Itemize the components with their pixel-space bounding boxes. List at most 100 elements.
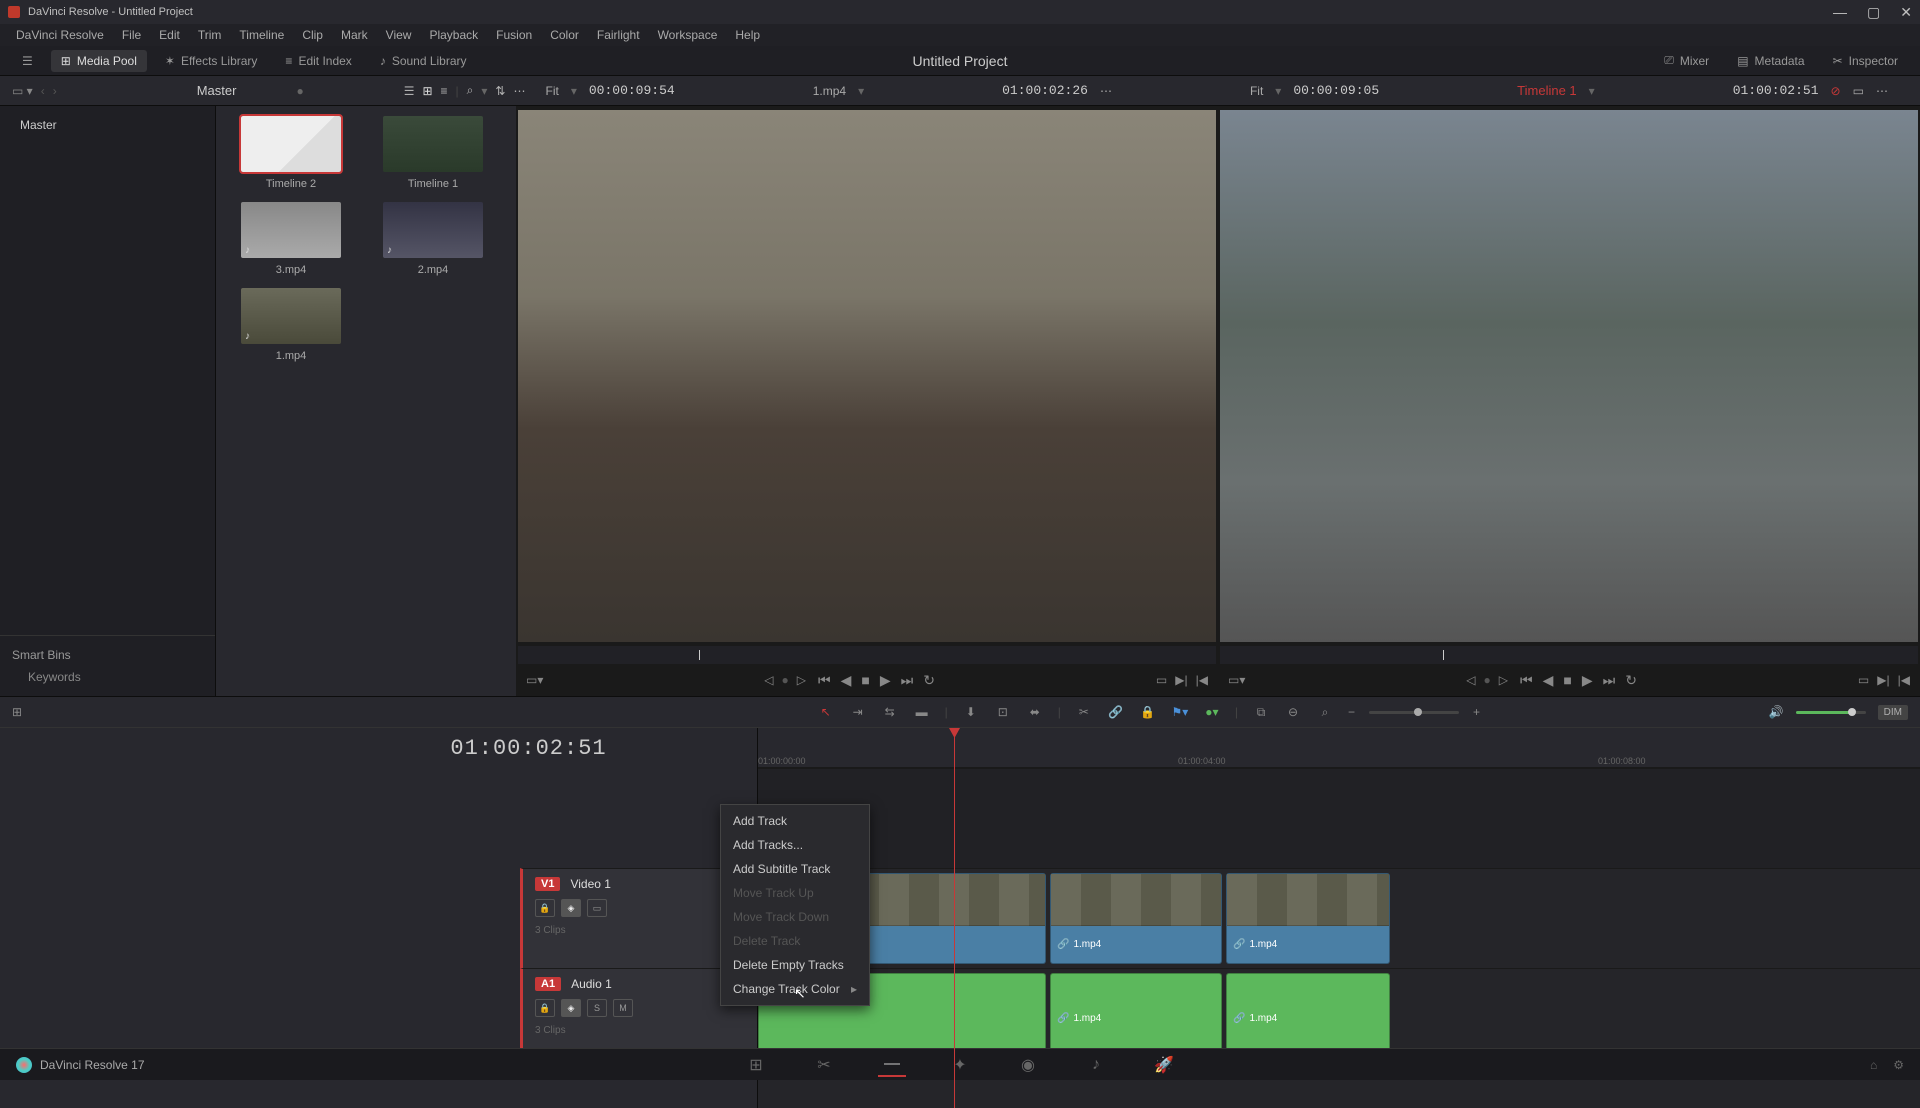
timeline-fit[interactable]: Fit (1250, 84, 1263, 98)
prev-frame-icon[interactable]: ◀ (841, 672, 852, 689)
tl-jog-fwd-icon[interactable]: ▷ (1499, 673, 1508, 687)
video-track-row[interactable]: 🔗1.mp4🔗1.mp4 (758, 868, 1920, 968)
inspector-button[interactable]: ✂Inspector (1823, 49, 1908, 72)
source-fit[interactable]: Fit (545, 84, 558, 98)
minimize-button[interactable]: — (1833, 4, 1847, 21)
menu-davinci-resolve[interactable]: DaVinci Resolve (8, 26, 112, 44)
maximize-button[interactable]: ▢ (1867, 4, 1880, 21)
media-item[interactable]: ♪3.mp4 (226, 202, 356, 276)
strip-view-icon[interactable]: ≡ (441, 84, 448, 98)
tl-stop-icon[interactable]: ■ (1563, 672, 1571, 688)
goto-in-icon[interactable]: ▶| (1175, 673, 1187, 687)
tl-goto-in-icon[interactable]: ▶| (1877, 673, 1889, 687)
last-frame-icon[interactable]: ⏭ (901, 672, 914, 689)
ctx-delete-empty-tracks[interactable]: Delete Empty Tracks (721, 953, 869, 977)
tl-last-frame-icon[interactable]: ⏭ (1603, 672, 1616, 689)
menu-file[interactable]: File (114, 26, 149, 44)
menu-edit[interactable]: Edit (151, 26, 188, 44)
flag-icon[interactable]: ⚑▾ (1171, 703, 1189, 721)
video-disable-icon[interactable]: ▭ (587, 899, 607, 917)
bin-dropdown-icon[interactable]: ▭ ▾ (12, 84, 33, 98)
tl-prev-frame-icon[interactable]: ◀ (1543, 672, 1554, 689)
ctx-add-subtitle-track[interactable]: Add Subtitle Track (721, 857, 869, 881)
edit-index-button[interactable]: ≡Edit Index (275, 50, 361, 72)
media-item[interactable]: ♪2.mp4 (368, 202, 498, 276)
ctx-change-track-color[interactable]: Change Track Color▸ (721, 977, 869, 1001)
menu-workspace[interactable]: Workspace (650, 26, 726, 44)
zoom-min-icon[interactable]: ⊖ (1284, 703, 1302, 721)
dim-button[interactable]: DIM (1878, 705, 1908, 720)
source-scrubber[interactable] (518, 646, 1216, 664)
ctx-add-tracks-[interactable]: Add Tracks... (721, 833, 869, 857)
metadata-button[interactable]: ▤Metadata (1727, 49, 1814, 72)
fairlight-page-icon[interactable]: ♪ (1082, 1053, 1110, 1077)
search-icon[interactable]: ⌕ (467, 83, 474, 98)
insert-icon[interactable]: ⬇ (962, 703, 980, 721)
timeline-name[interactable]: Timeline 1 (1517, 83, 1576, 98)
video-clip[interactable]: 🔗1.mp4 (1050, 873, 1222, 964)
keywords-bin[interactable]: Keywords (12, 666, 203, 688)
source-overlay-icon[interactable]: ▭▾ (526, 673, 543, 687)
tl-goto-out-icon[interactable]: |◀ (1898, 673, 1910, 687)
menu-fusion[interactable]: Fusion (488, 26, 540, 44)
play-icon[interactable]: ▶ (880, 672, 891, 689)
goto-out-icon[interactable]: |◀ (1196, 673, 1208, 687)
dynamic-trim-icon[interactable]: ⇆ (881, 703, 899, 721)
zoom-icon[interactable]: ⌕ (1316, 703, 1334, 721)
menu-timeline[interactable]: Timeline (231, 26, 292, 44)
edit-page-icon[interactable]: ⎯⎯ (878, 1053, 906, 1077)
nav-fwd-icon[interactable]: › (53, 84, 57, 98)
media-item[interactable]: Timeline 1 (368, 116, 498, 190)
media-item[interactable]: ♪1.mp4 (226, 288, 356, 362)
fusion-page-icon[interactable]: ✦ (946, 1053, 974, 1077)
home-icon[interactable]: ⌂ (1870, 1058, 1877, 1072)
color-page-icon[interactable]: ◉ (1014, 1053, 1042, 1077)
trim-tool-icon[interactable]: ⇥ (849, 703, 867, 721)
menu-view[interactable]: View (378, 26, 420, 44)
timeline-view-options-icon[interactable]: ⊞ (12, 705, 22, 719)
audio-autoselect-icon[interactable]: ◈ (561, 999, 581, 1017)
menu-help[interactable]: Help (727, 26, 768, 44)
menu-fairlight[interactable]: Fairlight (589, 26, 648, 44)
volume-slider[interactable] (1796, 711, 1866, 714)
volume-icon[interactable]: 🔊 (1769, 705, 1784, 719)
single-viewer-icon[interactable]: ▭ (1853, 84, 1864, 98)
loop-icon[interactable]: ↻ (923, 672, 935, 689)
timeline-scrubber[interactable] (1220, 646, 1918, 664)
deliver-page-icon[interactable]: 🚀 (1150, 1053, 1178, 1077)
snap-icon[interactable]: ⧉ (1252, 703, 1270, 721)
mixer-button[interactable]: ⎚Mixer (1654, 49, 1719, 72)
source-clip-name[interactable]: 1.mp4 (813, 84, 846, 98)
close-button[interactable]: ✕ (1900, 4, 1912, 21)
menu-trim[interactable]: Trim (190, 26, 230, 44)
more-icon[interactable]: ⋯ (513, 84, 525, 98)
source-more-icon[interactable]: ⋯ (1100, 84, 1112, 98)
video-clip[interactable]: 🔗1.mp4 (1226, 873, 1390, 964)
replace-icon[interactable]: ⬌ (1026, 703, 1044, 721)
master-bin[interactable]: Master (12, 114, 203, 136)
media-item[interactable]: Timeline 2 (226, 116, 356, 190)
zoom-slider[interactable] (1369, 711, 1459, 714)
list-view-icon[interactable]: ☰ (404, 84, 415, 98)
in-out-icon[interactable]: ▭ (1156, 673, 1167, 687)
jog-fwd-icon[interactable]: ▷ (797, 673, 806, 687)
sound-library-button[interactable]: ♪Sound Library (370, 50, 477, 72)
lock-icon[interactable]: 🔒 (1139, 703, 1157, 721)
nav-back-icon[interactable]: ‹ (41, 84, 45, 98)
effects-library-button[interactable]: ✶Effects Library (155, 50, 268, 72)
tl-loop-icon[interactable]: ↻ (1625, 672, 1637, 689)
selection-tool-icon[interactable]: ↖ (817, 703, 835, 721)
menu-mark[interactable]: Mark (333, 26, 376, 44)
match-frame-icon[interactable]: ◁ (764, 673, 773, 687)
smart-bins-header[interactable]: Smart Bins (12, 644, 203, 666)
blade-tool-icon[interactable]: ▬ (913, 703, 931, 721)
source-viewer[interactable] (518, 110, 1216, 642)
settings-icon[interactable]: ⚙ (1893, 1058, 1904, 1072)
tl-match-frame-icon[interactable]: ◁ (1466, 673, 1475, 687)
media-pool-button[interactable]: ⊞Media Pool (51, 50, 147, 72)
sidebar-toggle-icon[interactable]: ☰ (12, 50, 43, 72)
tl-play-icon[interactable]: ▶ (1582, 672, 1593, 689)
stop-icon[interactable]: ■ (861, 672, 869, 688)
tl-first-frame-icon[interactable]: ⏮ (1520, 672, 1533, 689)
blade-edit-icon[interactable]: ✂ (1075, 703, 1093, 721)
